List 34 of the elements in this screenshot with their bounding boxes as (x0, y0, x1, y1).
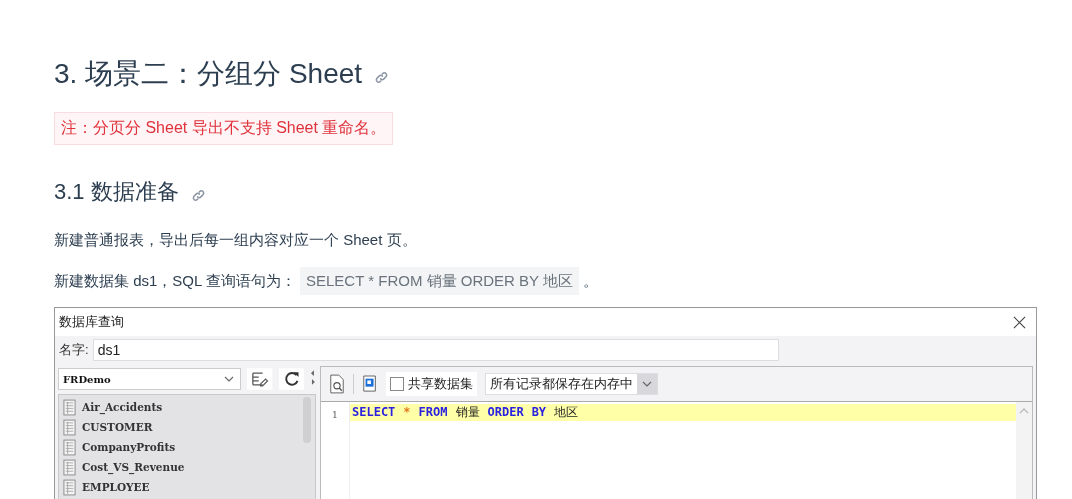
name-field[interactable]: ds1 (92, 339, 779, 361)
warning-note: 注：分页分 Sheet 导出不支持 Sheet 重命名。 (54, 112, 394, 145)
storage-dropdown[interactable]: 所有记录都保存在内存中 (485, 373, 658, 395)
table-list-item[interactable]: Cost_VS_Revenue (63, 457, 311, 477)
datasource-dropdown[interactable]: FRDemo (58, 368, 242, 390)
refresh-icon[interactable] (278, 368, 305, 390)
link-icon[interactable] (190, 187, 206, 203)
preview-icon[interactable] (329, 374, 345, 394)
paragraph-end: 。 (583, 271, 598, 291)
table-list-item[interactable]: CUSTOMER (63, 417, 311, 437)
table-icon (63, 478, 76, 496)
save-icon[interactable] (362, 374, 378, 394)
inline-code: SELECT * FROM 销量 ORDER BY 地区 (300, 267, 579, 295)
table-icon (63, 418, 76, 436)
section-heading: 3. 场景二：分组分 Sheet (54, 57, 363, 91)
table-icon (63, 458, 76, 476)
subsection-heading: 3.1 数据准备 (54, 178, 179, 206)
table-list-item[interactable]: CompanyProfits (63, 437, 311, 457)
edit-table-icon[interactable] (247, 368, 273, 390)
shared-dataset-checkbox[interactable]: 共享数据集 (386, 372, 477, 396)
dialog-title: 数据库查询 (59, 313, 124, 331)
chevron-down-icon[interactable] (642, 381, 652, 387)
table-list-item[interactable]: EMPLOYEE (63, 477, 311, 497)
name-label: 名字: (59, 341, 89, 359)
line-number: 1 (331, 408, 339, 422)
chevron-down-icon[interactable] (224, 376, 235, 382)
table-icon (63, 438, 76, 456)
table-icon (63, 398, 76, 416)
table-list-item[interactable]: Air_Accidents (63, 397, 311, 417)
link-icon[interactable] (374, 69, 390, 85)
sql-editor[interactable]: 1 SELECT * FROM 销量 ORDER BY 地区 (321, 401, 1032, 499)
paragraph: 新建数据集 ds1，SQL 查询语句为： (54, 271, 296, 291)
close-icon[interactable] (1013, 315, 1026, 329)
paragraph: 新建普通报表，导出后每一组内容对应一个 Sheet 页。 (54, 230, 418, 250)
